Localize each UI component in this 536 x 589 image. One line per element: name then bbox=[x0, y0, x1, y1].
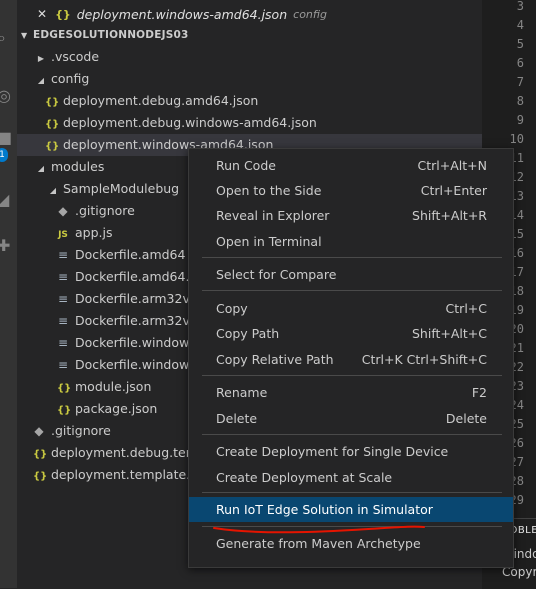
menu-item-shortcut: Ctrl+Enter bbox=[420, 183, 487, 198]
menu-item-rename[interactable]: Rename F2 bbox=[189, 380, 513, 405]
menu-item-label: Create Deployment at Scale bbox=[216, 470, 393, 485]
chevron-down-icon: ◢ bbox=[49, 186, 57, 195]
source-control-icon[interactable]: ◎ bbox=[0, 88, 11, 104]
menu-separator bbox=[202, 434, 502, 435]
context-menu: Run Code Ctrl+Alt+N Open to the Side Ctr… bbox=[188, 148, 514, 568]
menu-separator bbox=[202, 290, 502, 291]
menu-item-create-deployment-single[interactable]: Create Deployment for Single Device bbox=[189, 439, 513, 464]
menu-separator bbox=[202, 492, 502, 493]
tree-item-label: package.json bbox=[75, 401, 158, 416]
line-number: 3 bbox=[516, 0, 524, 13]
menu-item-label: Select for Compare bbox=[216, 267, 337, 282]
tree-folder-config[interactable]: ◢ config bbox=[17, 68, 482, 90]
docker-file-icon: ≡ bbox=[57, 358, 69, 372]
docker-file-icon: ≡ bbox=[57, 270, 69, 284]
menu-item-label: Open to the Side bbox=[216, 183, 322, 198]
menu-item-copy-relative-path[interactable]: Copy Relative Path Ctrl+K Ctrl+Shift+C bbox=[189, 347, 513, 372]
json-file-icon: {} bbox=[55, 7, 71, 21]
line-number: 10 bbox=[509, 132, 524, 146]
menu-item-shortcut: F2 bbox=[471, 385, 487, 400]
menu-item-label: Open in Terminal bbox=[216, 234, 322, 249]
json-file-icon: {} bbox=[33, 449, 48, 460]
gitignore-file-icon: ◆ bbox=[34, 424, 44, 438]
activity-bar: ⌕ ◎ ■ 1 ◢ ✚ bbox=[0, 0, 17, 588]
chevron-down-icon: ▼ bbox=[21, 31, 28, 40]
menu-separator bbox=[202, 375, 502, 376]
json-file-icon: {} bbox=[33, 471, 48, 482]
tree-file[interactable]: {} deployment.debug.windows-amd64.json bbox=[17, 112, 482, 134]
tree-item-label: SampleModulebug bbox=[63, 181, 180, 196]
menu-item-shortcut: Ctrl+C bbox=[445, 301, 487, 316]
close-icon[interactable]: ✕ bbox=[37, 7, 47, 21]
menu-item-label: Copy Relative Path bbox=[216, 352, 334, 367]
docker-file-icon: ≡ bbox=[57, 314, 69, 328]
menu-item-copy-path[interactable]: Copy Path Shift+Alt+C bbox=[189, 321, 513, 346]
open-editor-filename: deployment.windows-amd64.json bbox=[76, 6, 288, 22]
line-number: 4 bbox=[516, 18, 524, 32]
json-file-icon: {} bbox=[45, 119, 60, 130]
tree-item-label: .gitignore bbox=[51, 423, 111, 438]
docker-file-icon: ≡ bbox=[57, 292, 69, 306]
menu-item-label: Run Code bbox=[216, 158, 276, 173]
menu-item-delete[interactable]: Delete Delete bbox=[189, 406, 513, 431]
extensions-icon[interactable]: ◢ bbox=[0, 192, 9, 208]
json-file-icon: {} bbox=[57, 383, 72, 394]
tree-folder-vscode[interactable]: ▶ .vscode bbox=[17, 46, 482, 68]
tree-item-label: module.json bbox=[75, 379, 152, 394]
tree-item-label: config bbox=[51, 71, 90, 86]
menu-item-open-in-terminal[interactable]: Open in Terminal bbox=[189, 229, 513, 254]
line-number: 8 bbox=[516, 94, 524, 108]
notification-badge: 1 bbox=[0, 148, 8, 162]
menu-item-shortcut: Ctrl+Alt+N bbox=[417, 158, 487, 173]
chevron-down-icon: ◢ bbox=[37, 164, 45, 173]
menu-item-label: Copy Path bbox=[216, 326, 280, 341]
remote-icon[interactable]: ✚ bbox=[0, 238, 10, 254]
section-title: EDGESOLUTIONNODEJS03 bbox=[33, 29, 189, 41]
line-number: 7 bbox=[516, 75, 524, 89]
menu-item-label: Rename bbox=[216, 385, 268, 400]
line-number: 5 bbox=[516, 37, 524, 51]
menu-item-create-deployment-scale[interactable]: Create Deployment at Scale bbox=[189, 465, 513, 490]
docker-file-icon: ≡ bbox=[57, 336, 69, 350]
gitignore-file-icon: ◆ bbox=[58, 204, 68, 218]
line-number: 9 bbox=[516, 113, 524, 127]
annotation-underline bbox=[213, 525, 425, 534]
menu-item-shortcut: Shift+Alt+R bbox=[412, 208, 487, 223]
json-file-icon: {} bbox=[57, 405, 72, 416]
menu-separator bbox=[202, 257, 502, 258]
tree-item-label: deployment.debug.amd64.json bbox=[63, 93, 259, 108]
json-file-icon: {} bbox=[45, 141, 60, 152]
json-file-icon: {} bbox=[45, 97, 60, 108]
menu-item-reveal-in-explorer[interactable]: Reveal in Explorer Shift+Alt+R bbox=[189, 203, 513, 228]
menu-item-label: Delete bbox=[216, 411, 258, 426]
menu-item-shortcut: Delete bbox=[445, 411, 487, 426]
menu-item-label: Reveal in Explorer bbox=[216, 208, 330, 223]
explorer-section-header[interactable]: ▼ EDGESOLUTIONNODEJS03 bbox=[17, 24, 482, 46]
tree-item-label: deployment.debug.windows-amd64.json bbox=[63, 115, 317, 130]
tree-item-label: modules bbox=[51, 159, 105, 174]
js-file-icon: JS bbox=[58, 230, 68, 240]
debug-icon[interactable]: ■ bbox=[0, 130, 12, 146]
open-editor-description: config bbox=[293, 7, 327, 21]
chevron-right-icon: ▶ bbox=[37, 54, 45, 63]
tree-file[interactable]: {} deployment.debug.amd64.json bbox=[17, 90, 482, 112]
tree-item-label: app.js bbox=[75, 225, 113, 240]
menu-item-shortcut: Ctrl+K Ctrl+Shift+C bbox=[361, 352, 487, 367]
open-editor-item[interactable]: ✕ {} deployment.windows-amd64.json confi… bbox=[17, 3, 327, 25]
line-number: 6 bbox=[516, 56, 524, 70]
menu-item-copy[interactable]: Copy Ctrl+C bbox=[189, 296, 513, 321]
tree-item-label: .vscode bbox=[51, 49, 100, 64]
tree-item-label: Dockerfile.amd64 bbox=[75, 247, 186, 262]
menu-item-label: Create Deployment for Single Device bbox=[216, 444, 449, 459]
chevron-down-icon: ◢ bbox=[37, 76, 45, 85]
menu-item-select-for-compare[interactable]: Select for Compare bbox=[189, 262, 513, 287]
tree-item-label: Dockerfile.arm32v7 bbox=[75, 291, 198, 306]
menu-item-shortcut: Shift+Alt+C bbox=[411, 326, 487, 341]
search-icon[interactable]: ⌕ bbox=[0, 30, 6, 46]
tree-item-label: .gitignore bbox=[75, 203, 135, 218]
docker-file-icon: ≡ bbox=[57, 248, 69, 262]
menu-item-run-code[interactable]: Run Code Ctrl+Alt+N bbox=[189, 153, 513, 178]
menu-item-open-to-side[interactable]: Open to the Side Ctrl+Enter bbox=[189, 178, 513, 203]
menu-item-label: Copy bbox=[216, 301, 248, 316]
